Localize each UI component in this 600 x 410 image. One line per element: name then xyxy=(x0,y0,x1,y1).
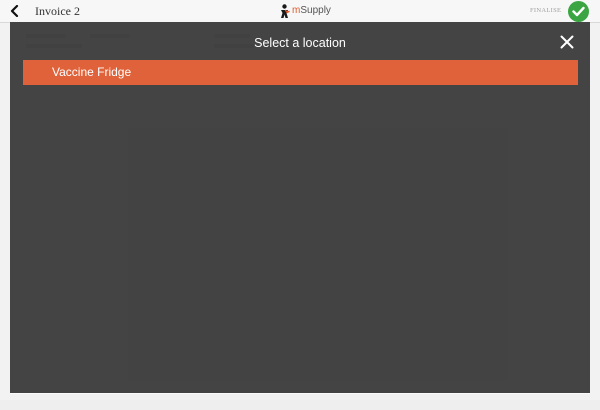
chevron-left-icon xyxy=(10,5,18,17)
location-select-modal: Select a location Vaccine Fridge xyxy=(10,22,590,393)
msupply-logo-icon xyxy=(281,3,290,18)
header-bar: Invoice 2 mSupply FINALISE xyxy=(0,0,600,23)
close-button[interactable] xyxy=(560,35,574,49)
bottom-bar xyxy=(0,400,600,410)
location-item-vaccine-fridge[interactable]: Vaccine Fridge xyxy=(23,60,578,85)
finalise-label[interactable]: FINALISE xyxy=(530,7,561,15)
location-list: Vaccine Fridge xyxy=(23,60,578,85)
close-icon xyxy=(560,35,574,49)
location-item-label: Vaccine Fridge xyxy=(52,65,132,79)
modal-title: Select a location xyxy=(254,36,346,50)
logo-name: Supply xyxy=(300,5,331,16)
page-title: Invoice 2 xyxy=(35,4,80,18)
checkmark-icon xyxy=(572,6,585,17)
logo-text: mSupply xyxy=(292,5,331,17)
app-window: Invoice 2 mSupply FINALISE Select a loca… xyxy=(0,0,600,410)
app-logo: mSupply xyxy=(279,3,331,19)
finalise-button[interactable] xyxy=(568,1,589,22)
back-button[interactable] xyxy=(6,3,22,19)
